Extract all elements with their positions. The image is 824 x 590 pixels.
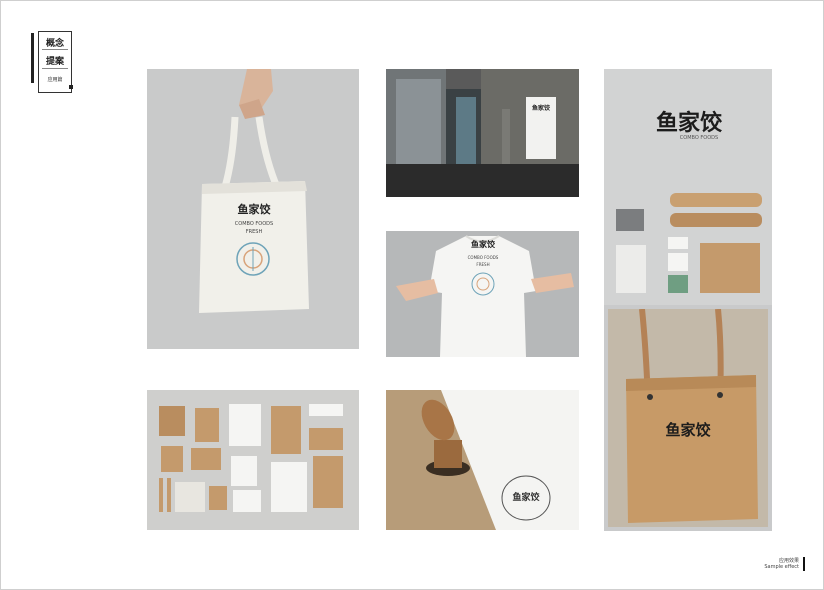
tshirt-emblem-icon (471, 272, 495, 296)
section-tag: 概念 提案 应用篇 (31, 29, 75, 95)
tote-bag-photo: 鱼家饺 COMBO FOODS FRESH (147, 69, 359, 349)
tshirt-logo: 鱼家饺 (471, 239, 495, 249)
stamp-photo: 鱼家饺 (386, 390, 579, 530)
lobby-photo: 鱼家饺 (386, 69, 579, 197)
tote-subtitle: FRESH (245, 229, 263, 235)
caption-bar (803, 557, 805, 571)
tshirt-photo: 鱼家饺 COMBO FOODS FRESH (386, 231, 579, 357)
tshirt-subtitle: FRESH (476, 262, 490, 267)
brand-set-panel: 鱼家饺 COMBO FOODS (604, 69, 772, 305)
tote-logo: 鱼家饺 (237, 203, 271, 216)
page-caption: 应用效果 Sample effect (764, 557, 805, 571)
tag-line-3: 应用篇 (47, 77, 63, 83)
presentation-page: 概念 提案 应用篇 鱼家饺 COMBO FOODS FRESH 鱼家饺 鱼家饺 … (0, 0, 824, 590)
tag-box: 概念 提案 应用篇 (38, 31, 72, 93)
lobby-poster-logo: 鱼家饺 (531, 105, 550, 112)
bag-logo: 鱼家饺 (665, 421, 711, 439)
tag-tick (69, 85, 73, 89)
brand-column: 鱼家饺 COMBO FOODS 鱼家饺 (604, 69, 772, 531)
stationery-photo (147, 390, 359, 530)
tote-title: COMBO FOODS (234, 221, 274, 227)
tag-line-1: 概念 (45, 39, 64, 49)
stamp-logo: 鱼家饺 (512, 493, 540, 503)
tote-emblem-icon (236, 242, 270, 276)
tag-line-2: 提案 (45, 57, 64, 67)
caption-line-2: Sample effect (764, 564, 799, 570)
kraft-bag-panel: 鱼家饺 (608, 308, 768, 527)
tshirt-title: COMBO FOODS (467, 255, 499, 260)
tag-bar (31, 33, 34, 83)
